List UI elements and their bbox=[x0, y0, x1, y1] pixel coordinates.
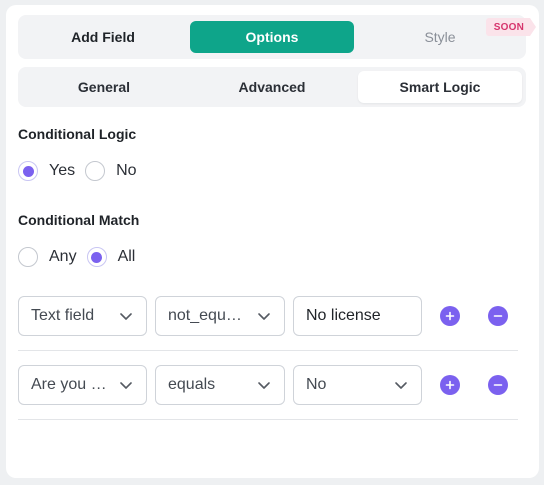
radio-no[interactable] bbox=[85, 161, 106, 181]
conditional-match-label: Conditional Match bbox=[18, 212, 140, 228]
top-tab-bar: Add Field Options Style SOON bbox=[18, 15, 536, 59]
minus-icon bbox=[493, 384, 503, 386]
subtab-advanced[interactable]: Advanced bbox=[190, 71, 354, 103]
operator-select-value: equals bbox=[168, 376, 216, 393]
subtab-general[interactable]: General bbox=[22, 71, 186, 103]
remove-rule-button[interactable] bbox=[488, 306, 508, 326]
chevron-down-icon bbox=[120, 382, 132, 389]
soon-badge: SOON bbox=[485, 18, 536, 36]
field-select[interactable]: Text field bbox=[18, 296, 147, 336]
radio-label-all: All bbox=[117, 248, 136, 265]
conditional-logic-label: Conditional Logic bbox=[18, 126, 137, 142]
field-select-value: Are you … bbox=[31, 376, 107, 393]
plus-icon bbox=[445, 380, 455, 390]
radio-option-no[interactable]: No bbox=[85, 161, 137, 181]
remove-rule-button[interactable] bbox=[488, 375, 508, 395]
tab-options[interactable]: Options bbox=[190, 21, 354, 53]
chevron-down-icon bbox=[258, 382, 270, 389]
add-rule-button[interactable] bbox=[440, 375, 460, 395]
sub-tab-bar: General Advanced Smart Logic bbox=[18, 67, 526, 107]
conditional-logic-radio-group: Yes No bbox=[18, 161, 147, 181]
radio-label-no: No bbox=[116, 162, 137, 179]
radio-label-yes: Yes bbox=[49, 162, 76, 179]
radio-option-all[interactable]: All bbox=[86, 247, 136, 267]
logic-rule-row: Text field not_equ… bbox=[18, 296, 518, 336]
tab-add-field[interactable]: Add Field bbox=[21, 21, 185, 53]
subtab-smart-logic[interactable]: Smart Logic bbox=[358, 71, 522, 103]
logic-rule-row: Are you … equals No bbox=[18, 365, 518, 405]
operator-select-value: not_equ… bbox=[168, 307, 242, 324]
radio-option-any[interactable]: Any bbox=[18, 247, 77, 267]
field-select[interactable]: Are you … bbox=[18, 365, 147, 405]
radio-all[interactable] bbox=[86, 247, 107, 267]
chevron-down-icon bbox=[395, 382, 407, 389]
radio-any[interactable] bbox=[18, 247, 38, 267]
operator-select[interactable]: not_equ… bbox=[155, 296, 285, 336]
chevron-down-icon bbox=[120, 313, 132, 320]
conditional-match-radio-group: Any All bbox=[18, 247, 145, 267]
radio-option-yes[interactable]: Yes bbox=[18, 161, 75, 181]
minus-icon bbox=[493, 315, 503, 317]
rule-divider bbox=[18, 350, 518, 351]
smart-logic-panel: Add Field Options Style SOON General Adv… bbox=[6, 5, 539, 478]
chevron-down-icon bbox=[258, 313, 270, 320]
plus-icon bbox=[445, 311, 455, 321]
operator-select[interactable]: equals bbox=[155, 365, 285, 405]
radio-label-any: Any bbox=[49, 248, 77, 265]
value-input[interactable] bbox=[293, 296, 422, 336]
value-select[interactable]: No bbox=[293, 365, 422, 405]
rule-divider bbox=[18, 419, 518, 420]
add-rule-button[interactable] bbox=[440, 306, 460, 326]
radio-yes[interactable] bbox=[18, 161, 38, 181]
field-select-value: Text field bbox=[31, 307, 95, 324]
value-select-value: No bbox=[306, 376, 327, 393]
